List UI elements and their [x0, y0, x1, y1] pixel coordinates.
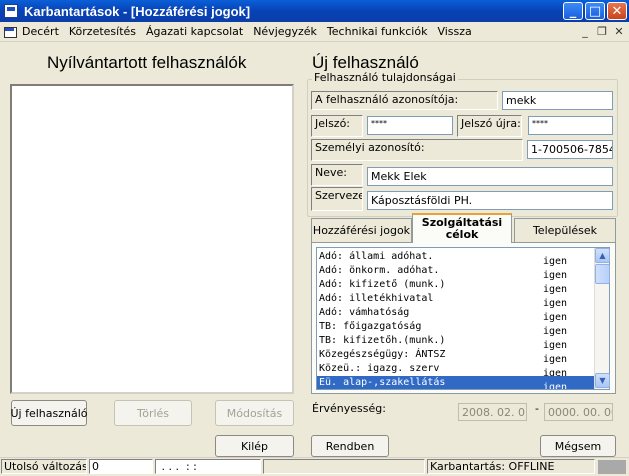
- list-item[interactable]: Adó: önkorm. adóhat. igen: [317, 264, 595, 281]
- last-change-timestamp: . . . : :: [155, 459, 261, 474]
- document-icon[interactable]: [3, 25, 17, 39]
- organization-field[interactable]: Káposztásföldi PH.: [367, 191, 613, 210]
- ok-button[interactable]: Rendben: [311, 435, 389, 457]
- validity-label: Érvényesség:: [312, 402, 386, 415]
- service-list-scrollbar[interactable]: ▲ ▼: [594, 248, 610, 389]
- close-button[interactable]: ✕: [607, 2, 627, 20]
- menu-technikai-funkciok[interactable]: Technikai funkciók: [322, 25, 433, 38]
- mode-indicator: Karbantartás: OFFLINE: [427, 459, 595, 474]
- exit-button[interactable]: Kilép: [215, 435, 294, 457]
- resize-grip-icon[interactable]: [598, 460, 626, 474]
- menu-nevjegyzek[interactable]: Névjegyzék: [248, 25, 322, 38]
- title-bar[interactable]: Karbantartások - [Hozzáférési jogok] _ □…: [0, 0, 629, 22]
- delete-button[interactable]: Törlés: [114, 400, 192, 426]
- list-item[interactable]: TB: főigazgatóság igen: [317, 320, 595, 337]
- scroll-thumb[interactable]: [595, 264, 610, 284]
- personal-id-field[interactable]: 1-700506-7854: [527, 140, 613, 159]
- list-item[interactable]: Adó: vámhatóság igen: [317, 306, 595, 323]
- status-spacer: [263, 459, 425, 474]
- list-item[interactable]: Közeü.: igazg. szerv igen: [317, 362, 595, 379]
- registered-users-heading: Nyílvántartott felhasználók: [47, 53, 247, 72]
- menu-vissza[interactable]: Vissza: [432, 25, 476, 38]
- user-id-field[interactable]: mekk: [502, 91, 613, 110]
- password-again-field[interactable]: ****: [528, 116, 613, 135]
- tab-service-goals[interactable]: Szolgáltatási célok: [412, 213, 512, 243]
- name-field[interactable]: Mekk Elek: [367, 167, 613, 186]
- user-id-label: A felhasználó azonosítója:: [311, 91, 498, 110]
- new-user-button[interactable]: Új felhasználó: [10, 400, 88, 426]
- validity-separator: -: [535, 402, 539, 415]
- personal-id-label: Személyi azonosító:: [311, 139, 523, 161]
- validity-to-field[interactable]: 0000. 00. 00.: [544, 403, 613, 421]
- tab-access-rights[interactable]: Hozzáférési jogok: [311, 218, 412, 242]
- list-item[interactable]: TB: kifizetőh.(munk.) igen: [317, 334, 595, 351]
- mdi-close-button[interactable]: ✕: [612, 25, 626, 38]
- menu-decert[interactable]: Decért: [17, 25, 64, 38]
- scroll-down-icon[interactable]: ▼: [595, 373, 610, 388]
- last-change-value: 0: [89, 459, 153, 474]
- mdi-restore-button[interactable]: ❐: [595, 25, 609, 38]
- modify-button[interactable]: Módosítás: [215, 400, 294, 426]
- organization-label: Szervezet:: [311, 187, 363, 211]
- list-item[interactable]: Adó: illetékhivatal igen: [317, 292, 595, 309]
- maximize-button[interactable]: □: [585, 2, 605, 20]
- cancel-button[interactable]: Mégsem: [540, 435, 616, 457]
- list-item[interactable]: Adó: kifizető (munk.) igen: [317, 278, 595, 295]
- list-item-selected[interactable]: Eü. alap-,szakellátás igen: [317, 376, 595, 389]
- list-item[interactable]: Adó: állami adóhat. igen: [317, 250, 595, 267]
- service-goals-list[interactable]: Adó: állami adóhat. igen Adó: önkorm. adó…: [316, 247, 610, 390]
- menu-agazati-kapcsolat[interactable]: Ágazati kapcsolat: [141, 25, 248, 38]
- user-properties-label: Felhasználó tulajdonságai: [312, 71, 458, 84]
- password-field[interactable]: ****: [367, 116, 453, 135]
- users-list[interactable]: [10, 84, 294, 394]
- name-label: Neve:: [311, 164, 363, 186]
- window-title: Karbantartások - [Hozzáférési jogok]: [24, 3, 251, 19]
- scroll-up-icon[interactable]: ▲: [595, 248, 610, 263]
- mdi-minimize-button[interactable]: _: [578, 25, 592, 38]
- app-icon: [4, 4, 18, 18]
- password-label: Jelszó:: [311, 115, 363, 137]
- menu-korzetesites[interactable]: Körzetesítés: [64, 25, 141, 38]
- validity-from-field[interactable]: 2008. 02. 01.: [458, 403, 527, 421]
- menu-bar: Decért Körzetesítés Ágazati kapcsolat Né…: [0, 22, 629, 42]
- password-again-label: Jelszó újra:: [457, 115, 522, 137]
- list-item[interactable]: Közegészségügy: ÁNTSZ igen: [317, 348, 595, 365]
- minimize-button[interactable]: _: [563, 2, 583, 20]
- tab-settlements[interactable]: Települések: [514, 218, 616, 242]
- last-change-label: Utolsó változás:: [1, 459, 87, 474]
- new-user-heading: Új felhasználó: [312, 53, 419, 72]
